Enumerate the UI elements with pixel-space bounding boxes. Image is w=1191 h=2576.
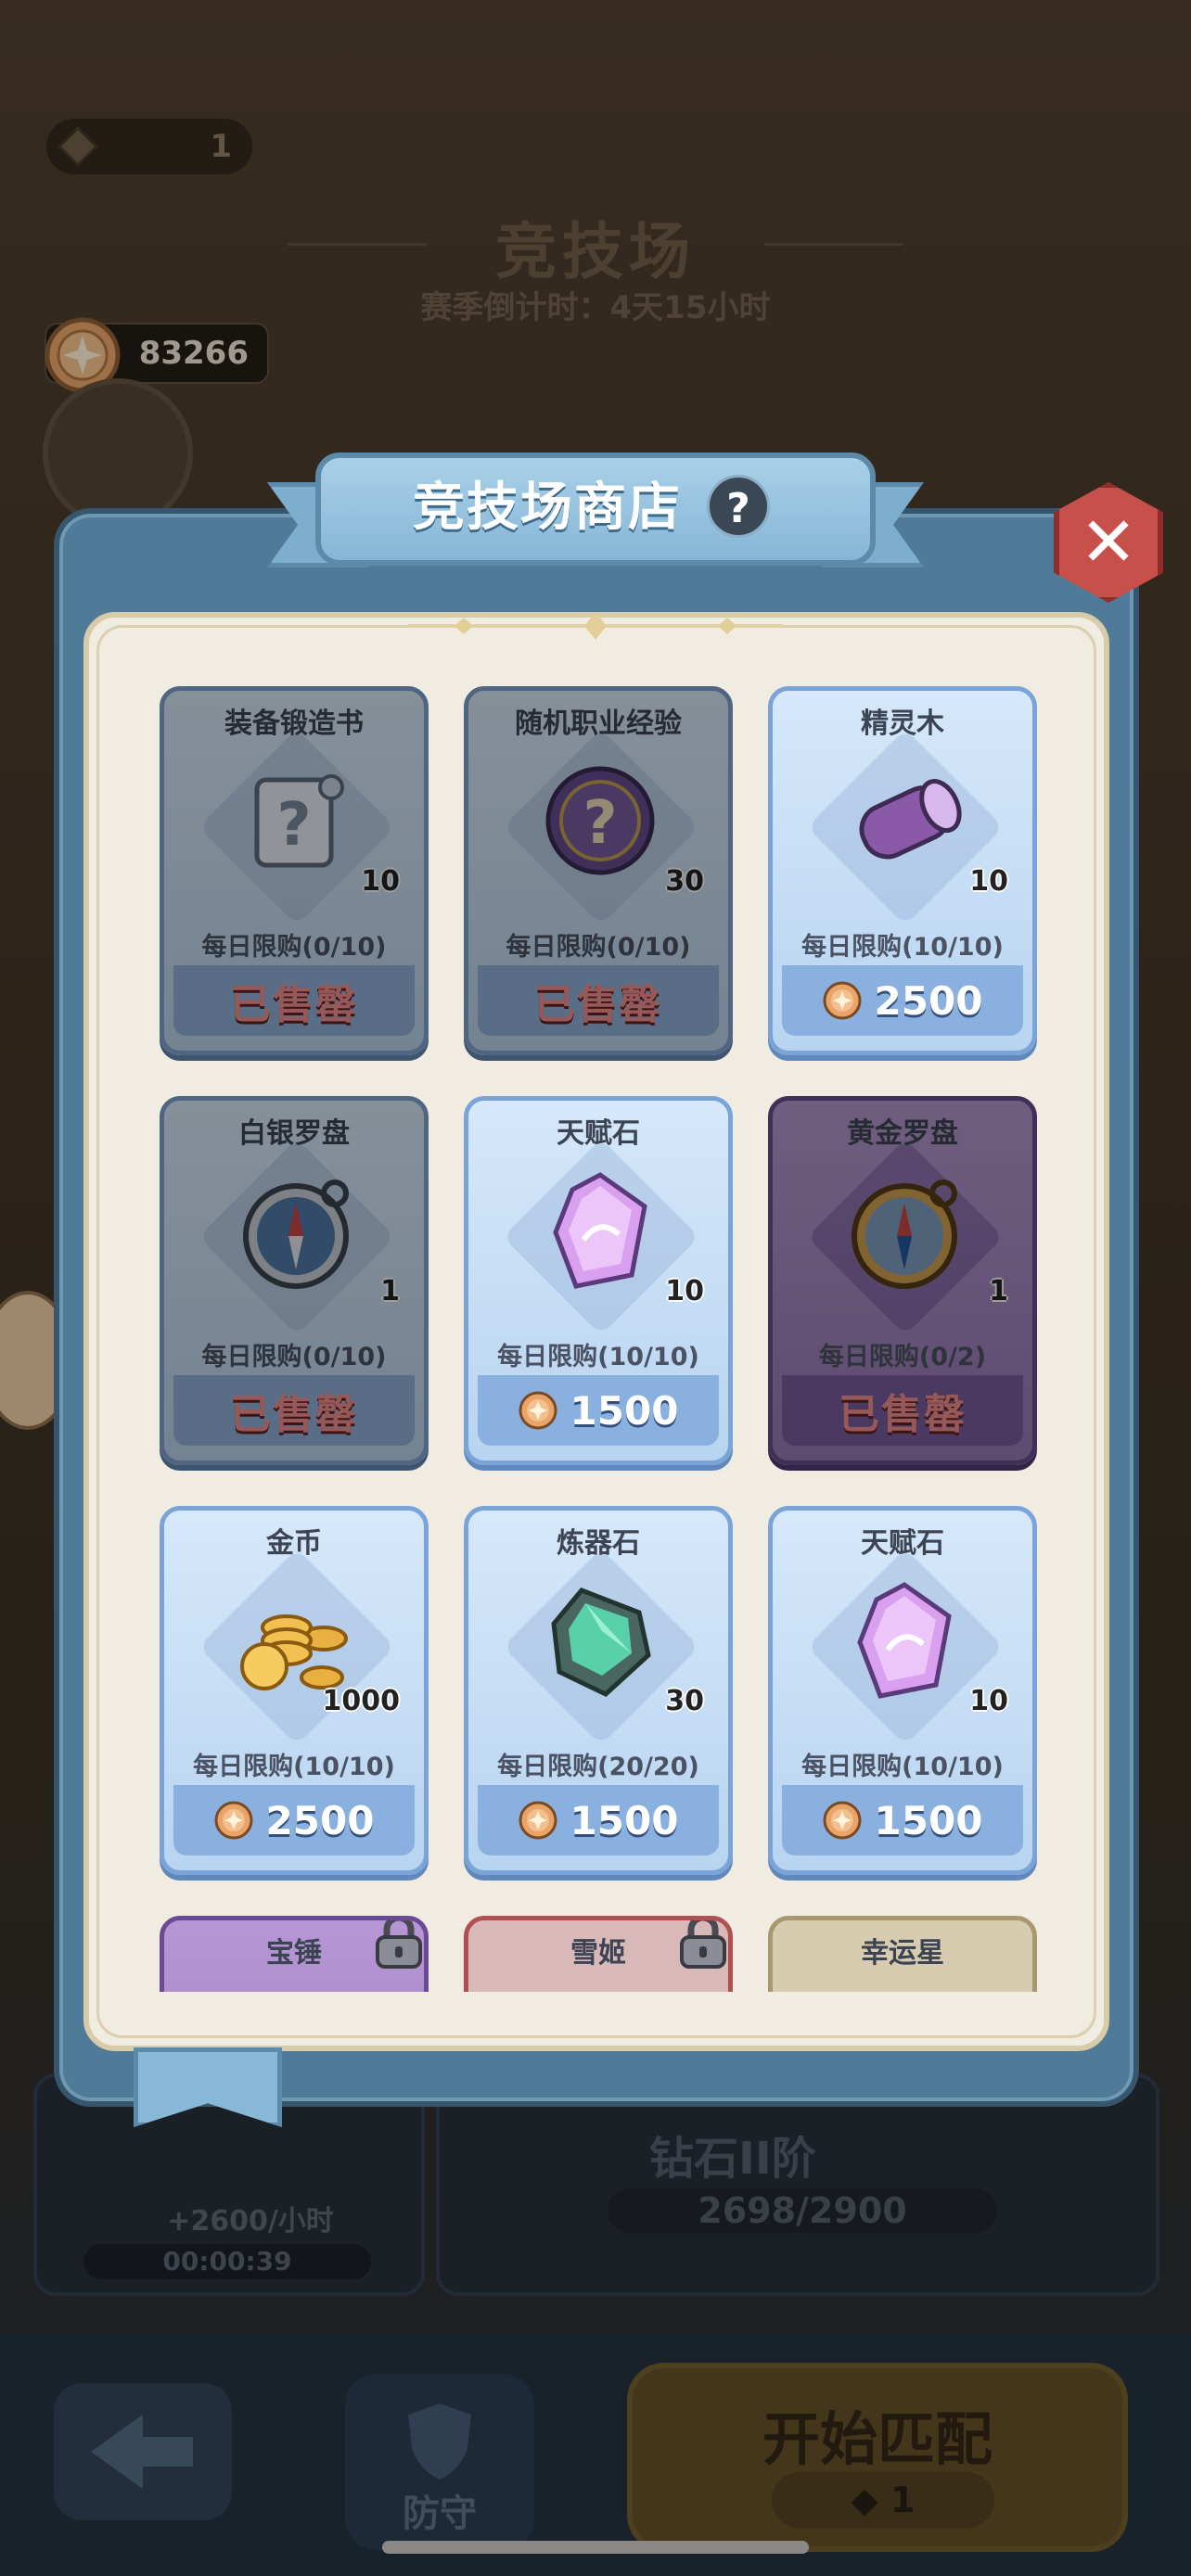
lock-icon	[680, 1920, 726, 1969]
arena-coin-icon	[823, 1801, 862, 1840]
daily-limit: 每日限购(10/10)	[801, 933, 1004, 962]
item-quantity: 10	[969, 1685, 1008, 1717]
shop-item-card[interactable]: 炼器石 30 每日限购(20/20) 1500	[464, 1506, 733, 1875]
buy-button[interactable]: 2500	[173, 1785, 415, 1855]
gold-compass-icon	[852, 1180, 957, 1289]
arena-coin-icon	[519, 1801, 557, 1840]
daily-limit: 每日限购(10/10)	[801, 1753, 1004, 1781]
daily-limit: 每日限购(0/2)	[818, 1343, 987, 1371]
shop-item-card[interactable]: 天赋石 10 每日限购(10/10) 1500	[768, 1506, 1037, 1875]
shop-item-grid: 装备锻造书? 10 每日限购(0/10) 已售罄 随机职业经验? 30 每日限购(0/10)…	[139, 686, 1048, 1992]
shop-item-card[interactable]: 精灵木 10 每日限购(10/10) 2500	[768, 686, 1037, 1055]
item-price: 1500	[570, 1797, 679, 1843]
shop-item-card[interactable]: 宝锤	[160, 1916, 429, 1992]
item-price: 1500	[570, 1387, 679, 1434]
sold-out-label: 已售罄	[230, 981, 358, 1028]
sold-out-label: 已售罄	[534, 981, 662, 1028]
sold-out-label: 已售罄	[839, 1391, 967, 1438]
item-price: 2500	[265, 1797, 375, 1843]
shop-item-card[interactable]: 装备锻造书? 10 每日限购(0/10) 已售罄	[160, 686, 429, 1055]
item-price: 1500	[874, 1797, 983, 1843]
shop-item-card[interactable]: 天赋石 10 每日限购(10/10) 1500	[464, 1096, 733, 1465]
svg-text:?: ?	[583, 789, 617, 858]
item-name: 幸运星	[861, 1937, 944, 1970]
shop-item-card[interactable]: 白银罗盘 1 每日限购(0/10) 已售罄	[160, 1096, 429, 1465]
buy-button[interactable]: 1500	[782, 1785, 1023, 1855]
silver-compass-icon	[243, 1180, 349, 1289]
shop-item-card[interactable]: 随机职业经验? 30 每日限购(0/10) 已售罄	[464, 686, 733, 1055]
arena-coin-icon	[519, 1391, 557, 1430]
talent-crystal-icon	[553, 1172, 647, 1289]
arena-coin-icon	[214, 1801, 253, 1840]
daily-limit: 每日限购(10/10)	[193, 1753, 395, 1781]
item-quantity: 10	[361, 865, 400, 898]
ornament-divider	[408, 612, 783, 640]
arena-coin-icon	[823, 981, 862, 1020]
shop-item-card[interactable]: 黄金罗盘 1 每日限购(0/2) 已售罄	[768, 1096, 1037, 1465]
item-quantity: 30	[665, 1685, 704, 1717]
lock-icon	[376, 1920, 422, 1969]
sold-out-label-box: 已售罄	[478, 965, 719, 1036]
daily-limit: 每日限购(10/10)	[497, 1343, 699, 1371]
shop-item-card[interactable]: 雪姬	[464, 1916, 733, 1992]
item-price: 2500	[874, 977, 983, 1024]
refine-stone-icon	[551, 1588, 651, 1697]
daily-limit: 每日限购(20/20)	[497, 1753, 699, 1781]
svg-text:?: ?	[276, 791, 311, 860]
item-quantity: 10	[665, 1275, 704, 1307]
buy-button[interactable]: 2500	[782, 965, 1023, 1036]
scroll-icon: ?	[254, 774, 344, 868]
sold-out-label-box: 已售罄	[173, 965, 415, 1036]
buy-button[interactable]: 1500	[478, 1785, 719, 1855]
item-quantity: 1	[989, 1275, 1008, 1307]
sold-out-label-box: 已售罄	[173, 1375, 415, 1446]
item-quantity: 10	[969, 865, 1008, 898]
sold-out-label-box: 已售罄	[782, 1375, 1023, 1446]
daily-limit: 每日限购(0/10)	[201, 1343, 387, 1371]
shop-item-card[interactable]: 幸运星	[768, 1916, 1037, 1992]
daily-limit: 每日限购(0/10)	[506, 933, 691, 962]
item-quantity: 30	[665, 865, 704, 898]
talent-crystal-icon	[857, 1582, 952, 1699]
item-quantity: 1000	[322, 1685, 401, 1717]
sold-out-label: 已售罄	[230, 1391, 358, 1438]
buy-button[interactable]: 1500	[478, 1375, 719, 1446]
close-icon[interactable]: ✕	[1065, 495, 1152, 590]
shop-title: 竞技场商店	[413, 478, 682, 538]
item-quantity: 1	[380, 1275, 400, 1307]
mystery-orb-icon: ?	[545, 766, 655, 875]
daily-limit: 每日限购(0/10)	[201, 933, 387, 962]
help-button[interactable]: ?	[707, 475, 770, 538]
log-icon	[859, 779, 962, 860]
shop-item-card[interactable]: 金币 1000 每日限购(10/10) 2500	[160, 1506, 429, 1875]
